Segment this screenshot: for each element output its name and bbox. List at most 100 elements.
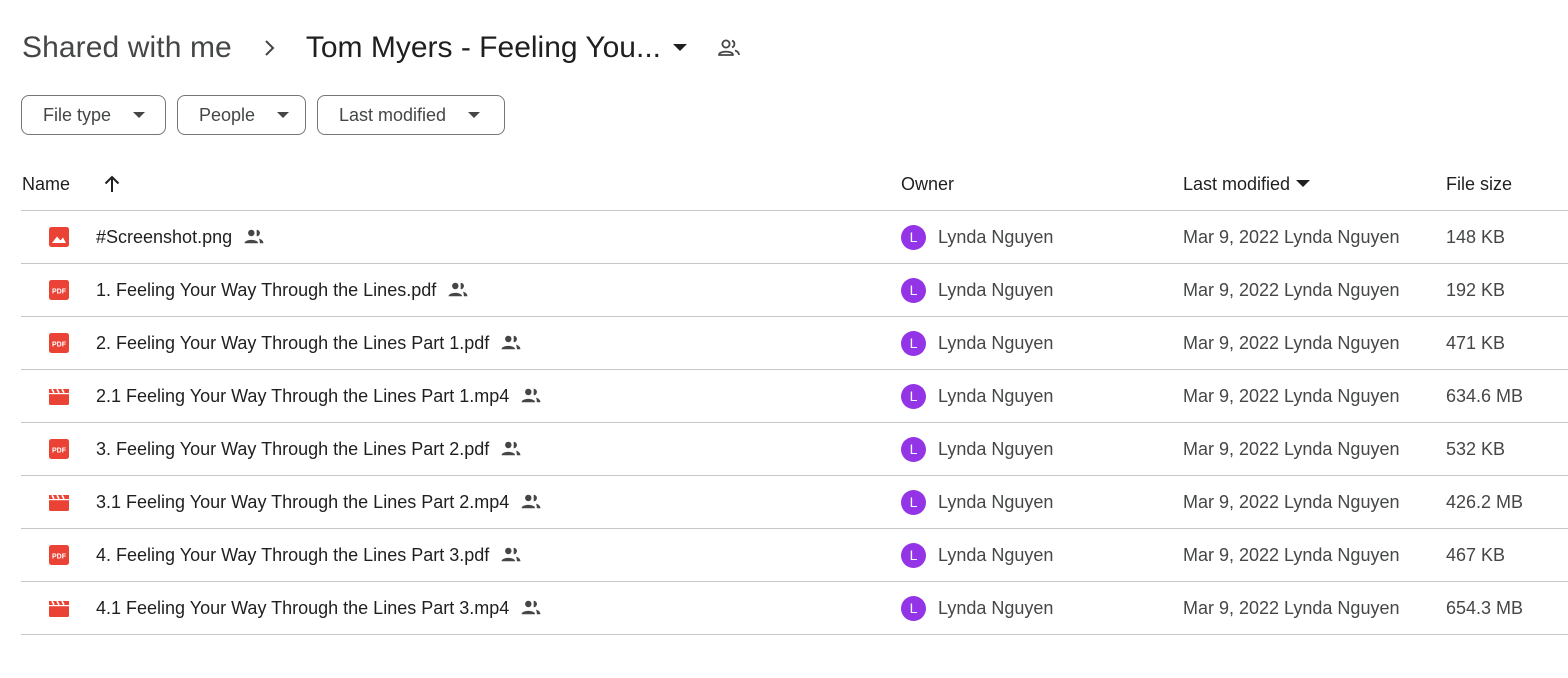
table-header: Name Owner Last modified File size [21, 158, 1568, 211]
filter-label: Last modified [339, 104, 447, 125]
svg-text:PDF: PDF [52, 289, 67, 296]
table-row[interactable]: 2.1 Feeling Your Way Through the Lines P… [21, 370, 1568, 423]
last-modified: Mar 9, 2022 Lynda Nguyen [1183, 544, 1400, 565]
shared-folder-icon[interactable] [717, 35, 743, 61]
owner-cell: L Lynda Nguyen [901, 582, 1053, 634]
table-row[interactable]: PDF 2. Feeling Your Way Through the Lines… [21, 317, 1568, 370]
file-size: 634.6 MB [1446, 385, 1524, 406]
owner-cell: L Lynda Nguyen [901, 264, 1053, 316]
file-size: 654.3 MB [1446, 597, 1524, 618]
breadcrumb-shared-with-me[interactable]: Shared with me [22, 31, 232, 65]
file-name-cell: #Screenshot.png [96, 211, 265, 263]
breadcrumb-current-folder[interactable]: Tom Myers - Feeling You... [306, 31, 691, 65]
table-row[interactable]: 4.1 Feeling Your Way Through the Lines P… [21, 582, 1568, 635]
shared-icon [500, 544, 522, 566]
file-name: 3. Feeling Your Way Through the Lines Pa… [96, 438, 490, 459]
file-name-cell: 1. Feeling Your Way Through the Lines.pd… [96, 264, 469, 316]
file-name: 4. Feeling Your Way Through the Lines Pa… [96, 544, 490, 565]
caret-down-icon [133, 108, 147, 122]
arrow-up-icon[interactable] [101, 173, 123, 195]
pdf-icon: PDF [47, 423, 71, 475]
owner-name: Lynda Nguyen [938, 438, 1054, 459]
file-name: 1. Feeling Your Way Through the Lines.pd… [96, 279, 437, 300]
column-header-last-modified[interactable]: Last modified [1183, 158, 1312, 210]
filter-label: File type [43, 104, 112, 125]
owner-name: Lynda Nguyen [938, 279, 1054, 300]
caret-down-icon [277, 108, 291, 122]
file-name-cell: 3. Feeling Your Way Through the Lines Pa… [96, 423, 522, 475]
last-modified: Mar 9, 2022 Lynda Nguyen [1183, 332, 1400, 353]
column-header-last-modified-label: Last modified [1183, 173, 1291, 194]
last-modified: Mar 9, 2022 Lynda Nguyen [1183, 279, 1400, 300]
file-name-cell: 3.1 Feeling Your Way Through the Lines P… [96, 476, 542, 528]
file-rows: #Screenshot.png L Lynda Nguyen Mar 9, 2022 … [21, 211, 1568, 635]
filter-last-modified[interactable]: Last modified [317, 95, 505, 135]
avatar: L [901, 383, 926, 409]
pdf-icon: PDF [47, 264, 71, 316]
video-icon [47, 370, 71, 422]
svg-text:PDF: PDF [52, 554, 67, 561]
svg-text:PDF: PDF [52, 448, 67, 455]
pdf-icon: PDF [47, 529, 71, 581]
last-modified: Mar 9, 2022 Lynda Nguyen [1183, 597, 1400, 618]
file-name: 3.1 Feeling Your Way Through the Lines P… [96, 491, 510, 512]
column-header-name[interactable]: Name [22, 158, 70, 210]
video-icon [47, 582, 71, 634]
shared-icon [243, 226, 265, 248]
file-name-cell: 2. Feeling Your Way Through the Lines Pa… [96, 317, 522, 369]
caret-down-icon [673, 39, 691, 57]
filter-bar: File type People Last modified [21, 95, 505, 135]
owner-cell: L Lynda Nguyen [901, 423, 1053, 475]
last-modified: Mar 9, 2022 Lynda Nguyen [1183, 438, 1400, 459]
last-modified: Mar 9, 2022 Lynda Nguyen [1183, 226, 1400, 247]
file-name-cell: 4.1 Feeling Your Way Through the Lines P… [96, 582, 542, 634]
owner-name: Lynda Nguyen [938, 332, 1054, 353]
last-modified: Mar 9, 2022 Lynda Nguyen [1183, 491, 1400, 512]
avatar: L [901, 595, 926, 621]
svg-text:PDF: PDF [52, 342, 67, 349]
drive-folder-view: Shared with me Tom Myers - Feeling You..… [0, 0, 1568, 678]
owner-cell: L Lynda Nguyen [901, 370, 1053, 422]
table-row[interactable]: PDF 1. Feeling Your Way Through the Lines… [21, 264, 1568, 317]
file-size: 426.2 MB [1446, 491, 1524, 512]
table-row[interactable]: #Screenshot.png L Lynda Nguyen Mar 9, 2022 … [21, 211, 1568, 264]
avatar: L [901, 277, 926, 303]
owner-name: Lynda Nguyen [938, 491, 1054, 512]
table-row[interactable]: PDF 3. Feeling Your Way Through the Lines… [21, 423, 1568, 476]
file-name: #Screenshot.png [96, 226, 233, 247]
shared-icon [500, 332, 522, 354]
file-name: 2. Feeling Your Way Through the Lines Pa… [96, 332, 490, 353]
shared-icon [447, 279, 469, 301]
file-size: 148 KB [1446, 226, 1506, 247]
file-name: 4.1 Feeling Your Way Through the Lines P… [96, 597, 510, 618]
file-name-cell: 4. Feeling Your Way Through the Lines Pa… [96, 529, 522, 581]
shared-icon [500, 438, 522, 460]
file-size: 467 KB [1446, 544, 1506, 565]
filter-people[interactable]: People [177, 95, 306, 135]
shared-icon [520, 491, 542, 513]
caret-down-icon [1296, 176, 1312, 192]
table-row[interactable]: PDF 4. Feeling Your Way Through the Lines… [21, 529, 1568, 582]
avatar: L [901, 542, 926, 568]
shared-icon [520, 385, 542, 407]
breadcrumb: Shared with me Tom Myers - Feeling You..… [22, 26, 743, 70]
filter-file-type[interactable]: File type [21, 95, 166, 135]
caret-down-icon [468, 108, 482, 122]
avatar: L [901, 330, 926, 356]
file-size: 471 KB [1446, 332, 1506, 353]
file-name: 2.1 Feeling Your Way Through the Lines P… [96, 385, 510, 406]
shared-icon [520, 597, 542, 619]
owner-cell: L Lynda Nguyen [901, 317, 1053, 369]
owner-name: Lynda Nguyen [938, 544, 1054, 565]
column-header-file-size[interactable]: File size [1446, 158, 1512, 210]
column-header-owner[interactable]: Owner [901, 158, 954, 210]
filter-label: People [199, 104, 256, 125]
file-size: 192 KB [1446, 279, 1506, 300]
file-list: Name Owner Last modified File size #Scre… [21, 158, 1568, 635]
table-row[interactable]: 3.1 Feeling Your Way Through the Lines P… [21, 476, 1568, 529]
avatar: L [901, 436, 926, 462]
owner-name: Lynda Nguyen [938, 597, 1054, 618]
owner-cell: L Lynda Nguyen [901, 211, 1053, 263]
owner-name: Lynda Nguyen [938, 385, 1054, 406]
current-folder-title: Tom Myers - Feeling You... [305, 31, 661, 64]
